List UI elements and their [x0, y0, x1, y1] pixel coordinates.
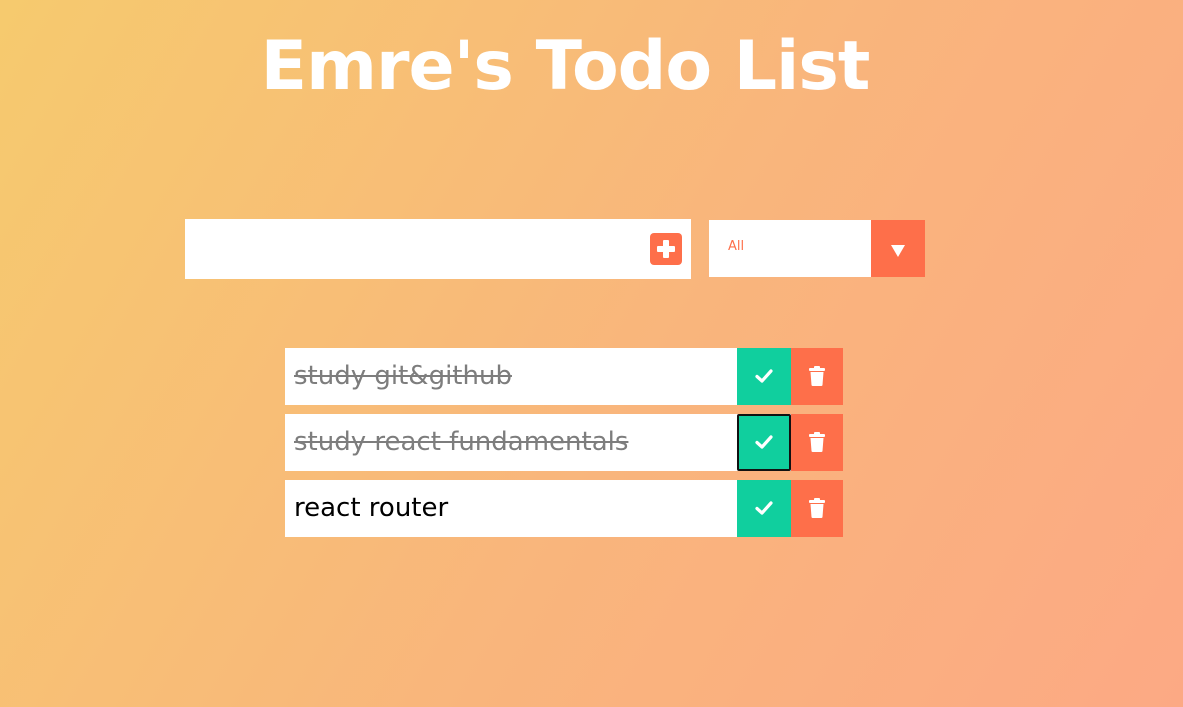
add-todo-button[interactable]: [650, 233, 682, 265]
todo-input-container: [185, 219, 691, 279]
todo-list: study git&github study react fundamental…: [285, 348, 843, 546]
page-title: Emre's Todo List: [260, 27, 871, 106]
todo-item: study git&github: [285, 348, 843, 405]
trash-icon: [809, 366, 825, 386]
check-icon: [755, 435, 773, 449]
check-icon: [755, 501, 773, 515]
todo-item: study react fundamentals: [285, 414, 843, 471]
delete-button[interactable]: [791, 480, 843, 537]
delete-button[interactable]: [791, 348, 843, 405]
todo-input[interactable]: [185, 219, 641, 279]
delete-button[interactable]: [791, 414, 843, 471]
complete-button[interactable]: [737, 414, 791, 471]
check-icon: [755, 369, 773, 383]
complete-button[interactable]: [737, 480, 791, 537]
filter-selected-value: All: [728, 239, 745, 254]
trash-icon: [809, 498, 825, 518]
todo-text: react router: [294, 493, 449, 523]
caret-down-icon: [891, 245, 905, 257]
todo-text: study git&github: [294, 361, 512, 391]
complete-button[interactable]: [737, 348, 791, 405]
todo-text: study react fundamentals: [294, 427, 629, 457]
filter-dropdown-toggle[interactable]: [871, 220, 925, 277]
todo-item: react router: [285, 480, 843, 537]
filter-select[interactable]: All: [709, 220, 925, 277]
trash-icon: [809, 432, 825, 452]
